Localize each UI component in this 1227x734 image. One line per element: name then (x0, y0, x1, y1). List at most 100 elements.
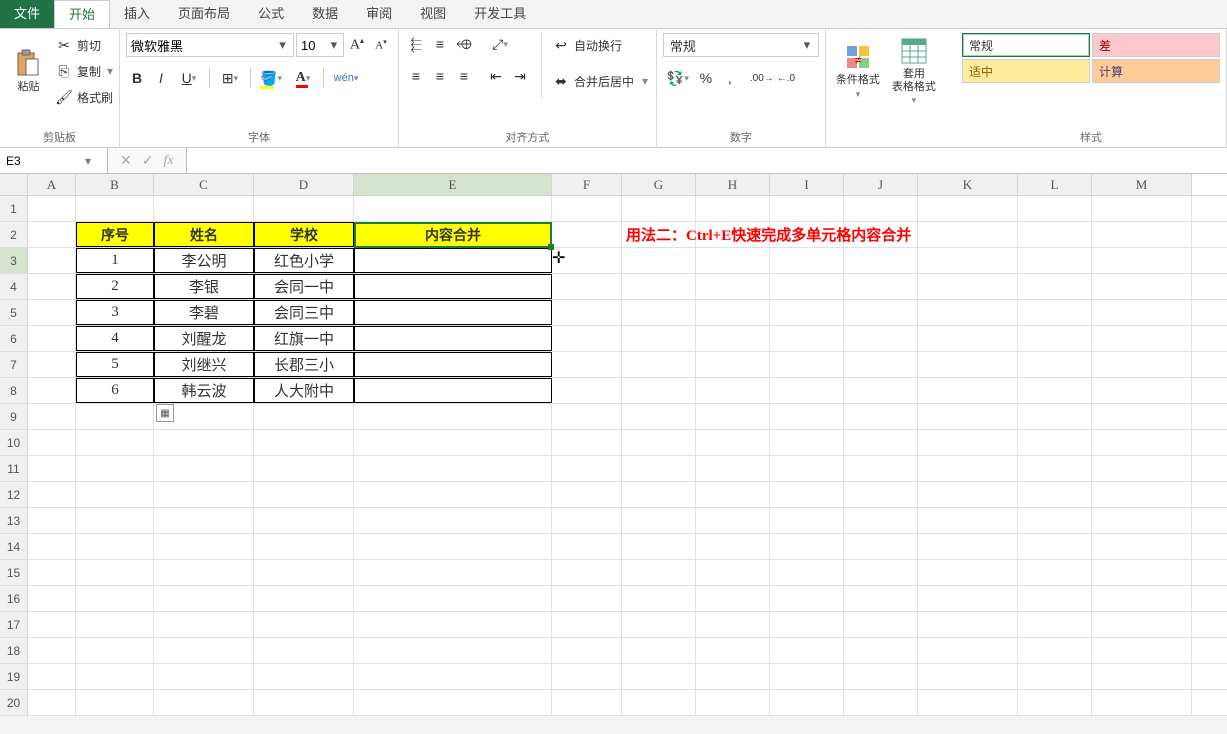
cell-I3[interactable] (770, 248, 844, 273)
cell-I18[interactable] (770, 638, 844, 663)
cell-G10[interactable] (622, 430, 696, 455)
cell-E3[interactable] (354, 248, 552, 273)
cell-B13[interactable] (76, 508, 154, 533)
cell-E8[interactable] (354, 378, 552, 403)
cell-L8[interactable] (1018, 378, 1092, 403)
cell-H6[interactable] (696, 326, 770, 351)
cell-D15[interactable] (254, 560, 354, 585)
cell-G12[interactable] (622, 482, 696, 507)
cell-F12[interactable] (552, 482, 622, 507)
font-name-input[interactable] (131, 38, 276, 53)
cell-F4[interactable] (552, 274, 622, 299)
tab-home[interactable]: 开始 (54, 0, 110, 28)
cell-C4[interactable]: 李银 (154, 274, 254, 299)
tab-formula[interactable]: 公式 (244, 0, 298, 28)
cell-style-bad[interactable]: 差 (1092, 33, 1220, 57)
cell-C13[interactable] (154, 508, 254, 533)
cell-I6[interactable] (770, 326, 844, 351)
align-bottom-button[interactable]: ⬲ (453, 33, 475, 55)
cell-A6[interactable] (28, 326, 76, 351)
tab-view[interactable]: 视图 (406, 0, 460, 28)
cell-A19[interactable] (28, 664, 76, 689)
cell-M11[interactable] (1092, 456, 1192, 481)
cell-I7[interactable] (770, 352, 844, 377)
underline-button[interactable]: U▾ (174, 67, 204, 89)
cell-B6[interactable]: 4 (76, 326, 154, 351)
tab-developer[interactable]: 开发工具 (460, 0, 540, 28)
cell-M8[interactable] (1092, 378, 1192, 403)
cell-D18[interactable] (254, 638, 354, 663)
cut-button[interactable]: ✂剪切 (55, 33, 113, 57)
cell-C14[interactable] (154, 534, 254, 559)
font-color-button[interactable]: A▾ (288, 67, 318, 89)
cell-H1[interactable] (696, 196, 770, 221)
cell-I1[interactable] (770, 196, 844, 221)
font-size-combo[interactable]: ▾ (296, 33, 344, 57)
cell-G18[interactable] (622, 638, 696, 663)
cell-I9[interactable] (770, 404, 844, 429)
cell-K11[interactable] (918, 456, 1018, 481)
cell-C2[interactable]: 姓名 (154, 222, 254, 247)
cell-E20[interactable] (354, 690, 552, 715)
decrease-font-button[interactable]: A▾ (370, 34, 392, 56)
cell-E2[interactable]: 内容合并 (354, 222, 552, 247)
cell-K15[interactable] (918, 560, 1018, 585)
cell-A18[interactable] (28, 638, 76, 663)
cell-G1[interactable] (622, 196, 696, 221)
cell-I12[interactable] (770, 482, 844, 507)
row-header-5[interactable]: 5 (0, 300, 28, 325)
cell-J12[interactable] (844, 482, 918, 507)
cell-H7[interactable] (696, 352, 770, 377)
cell-B15[interactable] (76, 560, 154, 585)
cell-E10[interactable] (354, 430, 552, 455)
cell-F13[interactable] (552, 508, 622, 533)
cell-A7[interactable] (28, 352, 76, 377)
cell-J3[interactable] (844, 248, 918, 273)
comma-button[interactable]: , (719, 67, 741, 89)
cell-I11[interactable] (770, 456, 844, 481)
cell-E18[interactable] (354, 638, 552, 663)
column-header-I[interactable]: I (770, 174, 844, 195)
wrap-text-button[interactable]: ↩自动换行 (552, 33, 648, 57)
row-header-6[interactable]: 6 (0, 326, 28, 351)
cell-B20[interactable] (76, 690, 154, 715)
cell-A5[interactable] (28, 300, 76, 325)
row-header-12[interactable]: 12 (0, 482, 28, 507)
cell-D5[interactable]: 会同三中 (254, 300, 354, 325)
cell-C10[interactable] (154, 430, 254, 455)
cell-G11[interactable] (622, 456, 696, 481)
autofill-options-button[interactable]: ▦ (156, 404, 174, 422)
cell-I15[interactable] (770, 560, 844, 585)
increase-font-button[interactable]: A▴ (346, 34, 368, 56)
cell-M12[interactable] (1092, 482, 1192, 507)
cell-M18[interactable] (1092, 638, 1192, 663)
italic-button[interactable]: I (150, 67, 172, 89)
align-middle-button[interactable]: ≡ (429, 33, 451, 55)
cell-G6[interactable] (622, 326, 696, 351)
cell-M15[interactable] (1092, 560, 1192, 585)
cell-C20[interactable] (154, 690, 254, 715)
cell-C16[interactable] (154, 586, 254, 611)
row-header-16[interactable]: 16 (0, 586, 28, 611)
cell-H9[interactable] (696, 404, 770, 429)
cell-F2[interactable] (552, 222, 622, 247)
column-header-B[interactable]: B (76, 174, 154, 195)
cell-L15[interactable] (1018, 560, 1092, 585)
cell-K19[interactable] (918, 664, 1018, 689)
cell-I20[interactable] (770, 690, 844, 715)
cell-G15[interactable] (622, 560, 696, 585)
cell-M5[interactable] (1092, 300, 1192, 325)
cell-H5[interactable] (696, 300, 770, 325)
cell-H11[interactable] (696, 456, 770, 481)
cell-F3[interactable] (552, 248, 622, 273)
cell-L5[interactable] (1018, 300, 1092, 325)
cell-A10[interactable] (28, 430, 76, 455)
cell-C7[interactable]: 刘继兴 (154, 352, 254, 377)
cell-L16[interactable] (1018, 586, 1092, 611)
cell-I19[interactable] (770, 664, 844, 689)
cell-I10[interactable] (770, 430, 844, 455)
cell-M3[interactable] (1092, 248, 1192, 273)
paste-button[interactable]: 粘贴 (6, 33, 51, 109)
cell-C5[interactable]: 李碧 (154, 300, 254, 325)
cell-G13[interactable] (622, 508, 696, 533)
